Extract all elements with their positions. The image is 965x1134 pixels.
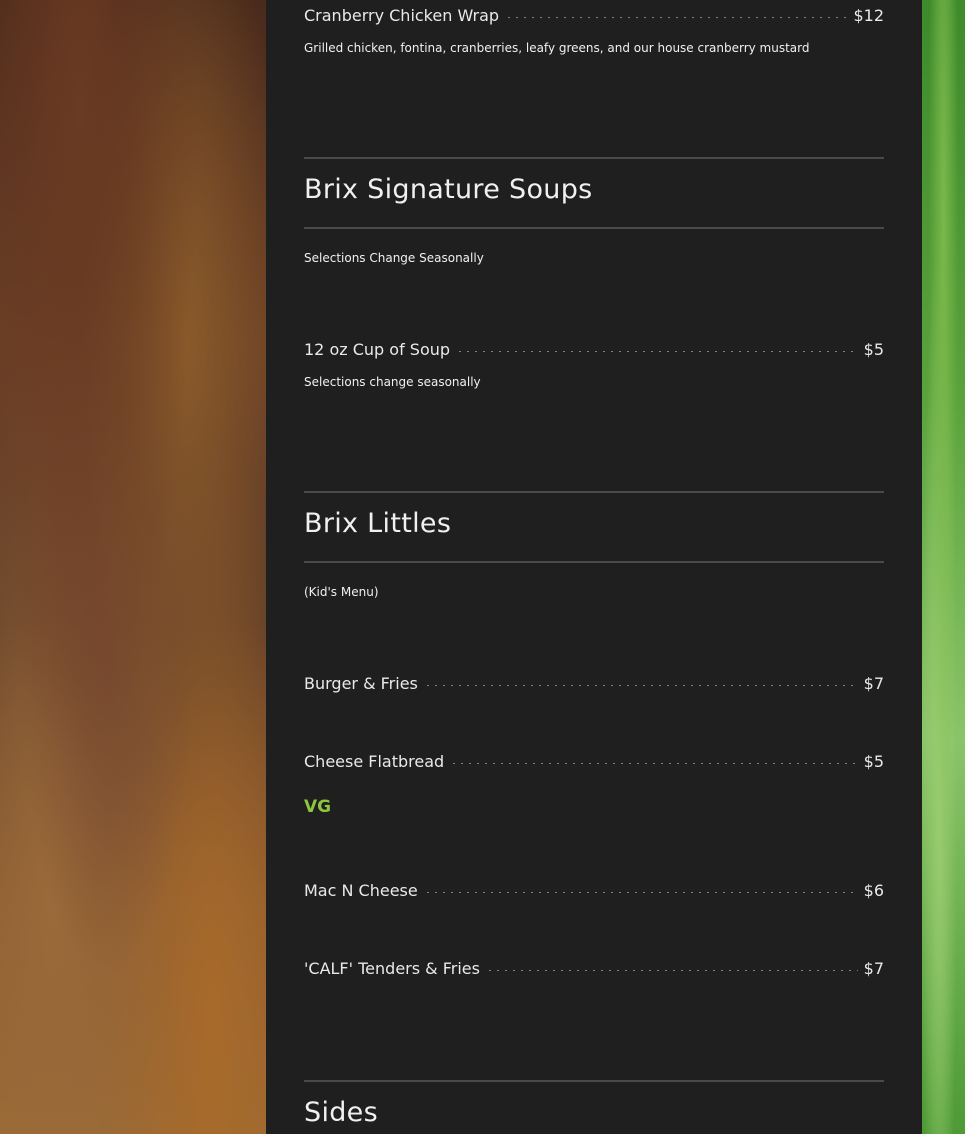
section-subtitle: Selections Change Seasonally: [304, 251, 484, 265]
section-title-littles: Brix Littles: [304, 508, 452, 539]
menu-item-price: $5: [863, 752, 884, 771]
section-title-sides: Sides: [304, 1097, 378, 1128]
dot-leader: [423, 880, 858, 894]
menu-item-price: $12: [853, 6, 884, 25]
section-divider: [304, 1080, 884, 1082]
menu-item-description: Selections change seasonally: [304, 375, 481, 389]
menu-item-calf-tenders: 'CALF' Tenders & Fries $7: [304, 959, 884, 978]
menu-item-cheese-flatbread: Cheese Flatbread $5: [304, 752, 884, 771]
menu-item-name: Burger & Fries: [304, 674, 418, 693]
menu-item-burger-fries: Burger & Fries $7: [304, 674, 884, 693]
dot-leader: [485, 958, 858, 972]
menu-item-mac-n-cheese: Mac N Cheese $6: [304, 881, 884, 900]
section-divider: [304, 561, 884, 563]
vegetarian-badge: VG: [304, 797, 332, 817]
background-photo-left: [0, 0, 266, 1134]
section-subtitle: (Kid's Menu): [304, 585, 379, 599]
menu-item-name: Mac N Cheese: [304, 881, 418, 900]
dot-leader: [505, 5, 848, 19]
section-title-soups: Brix Signature Soups: [304, 174, 593, 205]
dot-leader: [456, 339, 858, 353]
section-divider: [304, 227, 884, 229]
menu-item-price: $7: [863, 674, 884, 693]
menu-item-cup-of-soup: 12 oz Cup of Soup $5: [304, 340, 884, 359]
dot-leader: [423, 673, 858, 687]
dot-leader: [450, 751, 858, 765]
menu-item-description: Grilled chicken, fontina, cranberries, l…: [304, 41, 810, 55]
section-divider: [304, 491, 884, 493]
menu-item-name: 'CALF' Tenders & Fries: [304, 959, 480, 978]
background-photo-right: [922, 0, 965, 1134]
menu-item-name: Cheese Flatbread: [304, 752, 445, 771]
menu-item-cranberry-chicken-wrap: Cranberry Chicken Wrap $12: [304, 6, 884, 25]
menu-item-price: $7: [863, 959, 884, 978]
section-divider: [304, 157, 884, 159]
menu-item-price: $6: [863, 881, 884, 900]
menu-item-price: $5: [863, 340, 884, 359]
menu-item-name: 12 oz Cup of Soup: [304, 340, 451, 359]
menu-item-name: Cranberry Chicken Wrap: [304, 6, 500, 25]
